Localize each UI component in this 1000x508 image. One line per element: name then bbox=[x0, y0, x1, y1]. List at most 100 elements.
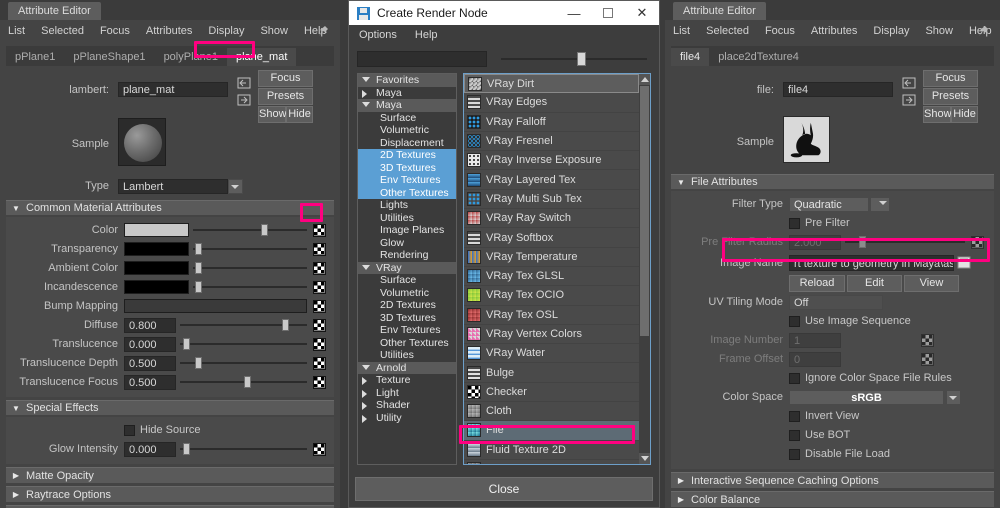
left-type-value[interactable]: Lambert bbox=[118, 179, 228, 194]
frame-offset-map-button[interactable] bbox=[921, 352, 934, 366]
pushpin-icon[interactable] bbox=[976, 24, 990, 38]
color-map-button[interactable] bbox=[313, 223, 326, 237]
node-list-item-vray-fresnel[interactable]: VRay Fresnel bbox=[464, 132, 639, 152]
tree-item-surface[interactable]: Surface bbox=[358, 274, 456, 287]
left-node-tab-pplaneshape1[interactable]: pPlaneShape1 bbox=[64, 48, 154, 66]
left-presets-button[interactable]: Presets bbox=[258, 88, 313, 105]
render-node-category-tree[interactable]: Favorites Maya Maya Surface Volumetric Displa… bbox=[357, 73, 457, 465]
hide-source-checkbox[interactable] bbox=[124, 424, 135, 436]
left-menu-focus[interactable]: Focus bbox=[100, 25, 130, 37]
right-node-name-field[interactable]: file4 bbox=[783, 82, 893, 97]
tree-item-vray[interactable]: VRay bbox=[358, 261, 456, 274]
translucence-slider[interactable] bbox=[180, 337, 307, 351]
left-menu-attributes[interactable]: Attributes bbox=[146, 25, 192, 37]
node-list-item-vray-tex-osl[interactable]: VRay Tex OSL bbox=[464, 306, 639, 325]
transparency-map-button[interactable] bbox=[313, 242, 326, 256]
chevron-right-icon[interactable] bbox=[362, 389, 367, 398]
node-list-item-vray-falloff[interactable]: VRay Falloff bbox=[464, 113, 639, 132]
left-section-raytrace-options[interactable]: ▶ Raytrace Options bbox=[6, 486, 334, 502]
node-list-item-vray-inverse-exposure[interactable]: VRay Inverse Exposure bbox=[464, 151, 639, 171]
tree-item-favorites[interactable]: Favorites bbox=[358, 74, 456, 87]
diffuse-slider[interactable] bbox=[180, 318, 307, 332]
pre-filter-radius-map-button[interactable] bbox=[971, 235, 984, 249]
render-node-list[interactable]: VRay Dirt VRay Edges VRay Falloff VRay Fres… bbox=[463, 73, 651, 465]
dialog-close-button[interactable]: Close bbox=[355, 477, 653, 501]
translucence-depth-slider[interactable] bbox=[180, 356, 307, 370]
filter-type-dropdown-arrow[interactable] bbox=[870, 196, 890, 212]
right-section-interactive-sequence-caching-options[interactable]: ▶ Interactive Sequence Caching Options bbox=[671, 472, 994, 488]
tree-item-displacement[interactable]: Displacement bbox=[358, 137, 456, 150]
node-list-item-vray-multi-sub-tex[interactable]: VRay Multi Sub Tex bbox=[464, 190, 639, 210]
tree-item-maya[interactable]: Maya bbox=[358, 87, 456, 100]
minimize-button[interactable]: — bbox=[557, 1, 591, 25]
tree-item-other-textures[interactable]: Other Textures bbox=[358, 337, 456, 350]
glow-intensity-slider[interactable] bbox=[180, 442, 307, 456]
next-node-arrow-icon[interactable] bbox=[236, 93, 252, 107]
tree-item-utility[interactable]: Utility bbox=[358, 412, 456, 425]
image-number-field[interactable]: 1 bbox=[789, 332, 841, 348]
tree-item-env-textures[interactable]: Env Textures bbox=[358, 324, 456, 337]
right-menu-selected[interactable]: Selected bbox=[706, 25, 749, 37]
node-list-item-vray-ray-switch[interactable]: VRay Ray Switch bbox=[464, 209, 639, 229]
tree-item-texture[interactable]: Texture bbox=[358, 374, 456, 387]
left-section-matte-opacity[interactable]: ▶ Matte Opacity bbox=[6, 467, 334, 483]
translucence-depth-map-button[interactable] bbox=[313, 356, 326, 370]
right-menu-focus[interactable]: Focus bbox=[765, 25, 795, 37]
node-list-item-vray-tex-ocio[interactable]: VRay Tex OCIO bbox=[464, 286, 639, 306]
left-node-name-field[interactable]: plane_mat bbox=[118, 82, 228, 97]
tree-item-rendering[interactable]: Rendering bbox=[358, 249, 456, 262]
transparency-slider[interactable] bbox=[193, 242, 307, 256]
ambient-color-swatch[interactable] bbox=[124, 261, 189, 275]
translucence-focus-slider[interactable] bbox=[180, 375, 307, 389]
image-number-map-button[interactable] bbox=[921, 333, 934, 347]
node-list-item-file[interactable]: File bbox=[464, 421, 639, 441]
pushpin-icon[interactable] bbox=[316, 24, 330, 38]
type-dropdown-arrow[interactable] bbox=[228, 179, 243, 194]
left-node-tab-pplane1[interactable]: pPlane1 bbox=[6, 48, 64, 66]
tree-item-env-textures[interactable]: Env Textures bbox=[358, 174, 456, 187]
node-list-item-checker[interactable]: Checker bbox=[464, 383, 639, 403]
node-list-item-vray-layered-tex[interactable]: VRay Layered Tex bbox=[464, 170, 639, 190]
prev-node-arrow-icon[interactable] bbox=[236, 76, 252, 90]
tree-item-surface[interactable]: Surface bbox=[358, 112, 456, 125]
section-special-effects[interactable]: ▼ Special Effects bbox=[6, 400, 334, 415]
bump-mapping-map-button[interactable] bbox=[313, 299, 326, 313]
diffuse-field[interactable]: 0.800 bbox=[124, 317, 176, 333]
left-focus-button[interactable]: Focus bbox=[258, 70, 313, 87]
node-list-item-bulge[interactable]: Bulge bbox=[464, 363, 639, 383]
prev-node-arrow-icon[interactable] bbox=[901, 76, 917, 90]
left-window-tab[interactable]: Attribute Editor bbox=[8, 2, 101, 20]
filter-type-dropdown[interactable]: Quadratic bbox=[789, 196, 869, 212]
left-menu-list[interactable]: List bbox=[8, 25, 25, 37]
left-node-tab-plane_mat[interactable]: plane_mat bbox=[227, 48, 297, 66]
tree-item-glow[interactable]: Glow bbox=[358, 237, 456, 250]
glow-intensity-field[interactable]: 0.000 bbox=[124, 441, 176, 457]
node-list-item-vray-dirt[interactable]: VRay Dirt bbox=[464, 74, 639, 94]
scroll-down-icon[interactable] bbox=[639, 453, 650, 464]
tree-item-volumetric[interactable]: Volumetric bbox=[358, 124, 456, 137]
pre-filter-checkbox[interactable] bbox=[789, 217, 800, 229]
tree-item-shader[interactable]: Shader bbox=[358, 399, 456, 412]
chevron-right-icon[interactable] bbox=[362, 89, 367, 98]
tree-item-other-textures[interactable]: Other Textures bbox=[358, 186, 456, 199]
scroll-up-icon[interactable] bbox=[639, 74, 650, 85]
material-sample-swatch[interactable] bbox=[118, 118, 166, 166]
dialog-menu-help[interactable]: Help bbox=[415, 29, 438, 41]
chevron-right-icon[interactable] bbox=[362, 377, 367, 385]
close-button[interactable]: ✕ bbox=[625, 1, 659, 25]
ambient-color-slider[interactable] bbox=[193, 261, 307, 275]
maximize-button[interactable] bbox=[591, 1, 625, 25]
chevron-right-icon[interactable] bbox=[362, 402, 367, 410]
node-list-item-cloth[interactable]: Cloth bbox=[464, 402, 639, 422]
node-list-item-fractal[interactable]: Fractal bbox=[464, 460, 639, 464]
ambient-color-map-button[interactable] bbox=[313, 261, 326, 275]
left-node-tab-polyplane1[interactable]: polyPlane1 bbox=[155, 48, 227, 66]
right-node-tab-file4[interactable]: file4 bbox=[671, 48, 710, 66]
scrollbar-thumb[interactable] bbox=[640, 86, 649, 336]
tree-item-image-planes[interactable]: Image Planes bbox=[358, 224, 456, 237]
right-focus-button[interactable]: Focus bbox=[923, 70, 978, 87]
glow-intensity-map-button[interactable] bbox=[313, 442, 326, 456]
incandescence-swatch[interactable] bbox=[124, 280, 189, 294]
tree-item-maya[interactable]: Maya bbox=[358, 99, 456, 112]
tree-item-utilities[interactable]: Utilities bbox=[358, 349, 456, 362]
